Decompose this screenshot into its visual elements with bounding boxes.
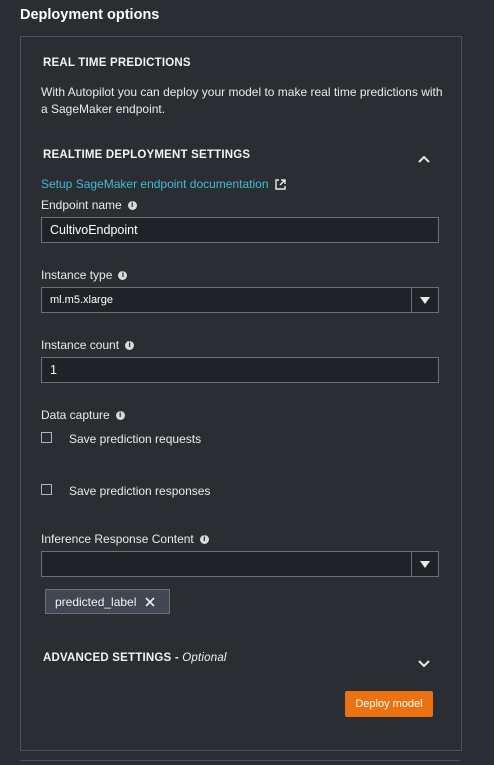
expand-advanced-button[interactable] xyxy=(418,656,430,674)
divider xyxy=(20,760,460,765)
endpoint-name-input[interactable]: CultivoEndpoint xyxy=(41,217,439,243)
save-responses-checkbox[interactable] xyxy=(41,484,52,495)
realtime-description: With Autopilot you can deploy your model… xyxy=(41,85,443,116)
instance-count-value: 1 xyxy=(50,363,57,377)
endpoint-name-label-row: Endpoint name i xyxy=(41,198,137,212)
caret-down-icon xyxy=(420,560,430,568)
save-requests-checkbox[interactable] xyxy=(41,432,52,443)
close-icon[interactable] xyxy=(145,596,155,607)
inference-label-row: Inference Response Content i xyxy=(41,532,209,546)
external-link-icon xyxy=(274,178,286,190)
collapse-settings-button[interactable] xyxy=(418,151,430,169)
advanced-separator: - xyxy=(171,652,183,664)
realtime-heading: REAL TIME PREDICTIONS xyxy=(43,57,191,69)
instance-count-input[interactable]: 1 xyxy=(41,357,439,383)
save-requests-label[interactable]: Save prediction requests xyxy=(69,432,201,446)
instance-count-label-row: Instance count i xyxy=(41,338,135,352)
instance-type-label: Instance type xyxy=(41,268,113,282)
info-icon[interactable]: i xyxy=(199,535,209,544)
instance-type-value: ml.m5.xlarge xyxy=(50,294,113,306)
info-icon[interactable]: i xyxy=(127,201,137,210)
data-capture-label: Data capture xyxy=(41,408,110,422)
chevron-down-icon xyxy=(418,660,430,668)
endpoint-name-label: Endpoint name xyxy=(41,198,122,212)
info-icon[interactable]: i xyxy=(115,411,125,420)
info-icon[interactable]: i xyxy=(125,341,135,350)
inference-multiselect[interactable] xyxy=(41,551,439,577)
inference-label: Inference Response Content xyxy=(41,532,194,546)
data-capture-label-row: Data capture i xyxy=(41,408,125,422)
deployment-card xyxy=(20,36,462,751)
panel-title: Deployment options xyxy=(20,7,160,23)
save-responses-label[interactable]: Save prediction responses xyxy=(69,484,210,498)
advanced-optional: Optional xyxy=(182,652,227,664)
inference-dropdown-button[interactable] xyxy=(411,552,438,576)
instance-type-dropdown-button[interactable] xyxy=(411,288,438,312)
settings-heading: REALTIME DEPLOYMENT SETTINGS xyxy=(43,149,251,161)
instance-count-label: Instance count xyxy=(41,338,120,352)
endpoint-name-value: CultivoEndpoint xyxy=(50,223,138,237)
info-icon[interactable]: i xyxy=(118,271,128,280)
caret-down-icon xyxy=(420,296,430,304)
token-label: predicted_label xyxy=(55,594,137,609)
chevron-up-icon xyxy=(418,155,430,163)
advanced-heading-row[interactable]: ADVANCED SETTINGS - Optional xyxy=(43,652,227,664)
instance-type-label-row: Instance type i xyxy=(41,268,128,282)
advanced-heading: ADVANCED SETTINGS xyxy=(43,652,172,664)
doc-link[interactable]: Setup SageMaker endpoint documentation xyxy=(41,177,287,191)
selected-token: predicted_label xyxy=(45,589,170,614)
deploy-model-button[interactable]: Deploy model xyxy=(345,691,433,717)
instance-type-select[interactable]: ml.m5.xlarge xyxy=(41,287,439,313)
doc-link-label: Setup SageMaker endpoint documentation xyxy=(41,177,269,191)
